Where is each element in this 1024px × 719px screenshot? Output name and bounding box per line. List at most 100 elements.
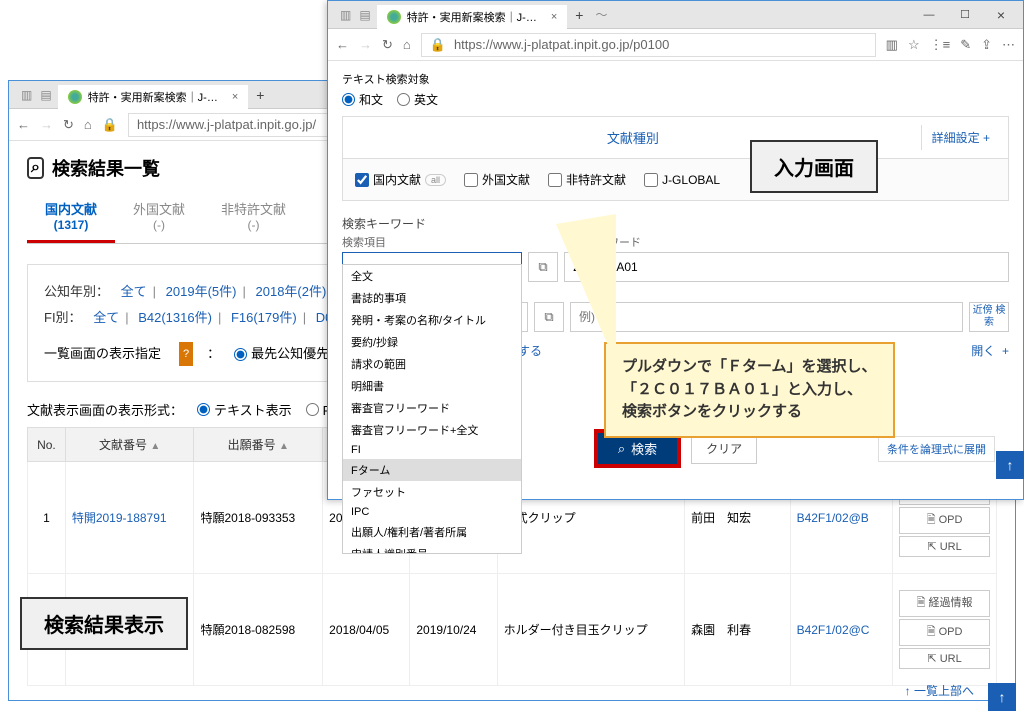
scroll-top-button[interactable]: ↑ xyxy=(996,451,1024,479)
edge-hub-icon[interactable]: ▥ xyxy=(21,88,32,102)
annotation-input-screen: 入力画面 xyxy=(750,140,878,193)
dropdown-item[interactable]: 請求の範囲 xyxy=(343,353,521,375)
check-domestic[interactable]: 国内文献all xyxy=(355,171,446,188)
check-nonpatent[interactable]: 非特許文献 xyxy=(548,171,626,188)
menu-icon[interactable]: ⋯ xyxy=(1002,37,1015,53)
lock-icon: 🔒 xyxy=(102,117,118,133)
dropdown-item[interactable]: FI xyxy=(343,441,521,459)
favicon-icon xyxy=(387,10,401,24)
refresh-icon[interactable]: ↻ xyxy=(382,37,393,53)
opd-button[interactable]: 🗎 OPD xyxy=(899,507,990,534)
check-foreign[interactable]: 外国文献 xyxy=(464,171,530,188)
tab-foreign[interactable]: 外国文献(-) xyxy=(115,191,203,243)
close-window-button[interactable]: × xyxy=(983,1,1019,29)
page-scroll-top-button[interactable]: ↑ xyxy=(988,683,1016,711)
front-nav-bar: ← → ↻ ⌂ 🔒 https://www.j-platpat.inpit.go… xyxy=(328,29,1023,61)
address-bar[interactable]: 🔒 https://www.j-platpat.inpit.go.jp/p010… xyxy=(421,33,876,57)
edge-tabaside-icon[interactable]: ▤ xyxy=(359,8,370,22)
lock-icon: 🔒 xyxy=(430,37,446,53)
dropdown-item[interactable]: ファセット xyxy=(343,481,521,503)
expand-logic-link[interactable]: 条件を論理式に展開 xyxy=(878,436,995,462)
tab-nonpatent[interactable]: 非特許文献(-) xyxy=(203,191,304,243)
back-icon[interactable]: ← xyxy=(336,37,349,52)
dropdown-item[interactable]: 明細書 xyxy=(343,375,521,397)
text-target-label: テキスト検索対象 xyxy=(342,71,1009,87)
keyword-input[interactable] xyxy=(564,252,1009,282)
refresh-icon[interactable]: ↻ xyxy=(63,117,74,133)
url-button[interactable]: ⇱ URL xyxy=(899,536,990,557)
detail-settings[interactable]: 詳細設定 + xyxy=(921,125,1000,150)
new-tab-button[interactable]: + xyxy=(567,3,591,27)
browser-tab[interactable]: 特許・実用新案検索｜J-… × xyxy=(58,85,249,109)
year-link[interactable]: 2018年(2件) xyxy=(256,284,327,299)
close-tab-icon[interactable]: × xyxy=(551,11,557,23)
doctype-checks: 国内文献all 外国文献 非特許文献 J-GLOBAL xyxy=(342,159,1009,201)
forward-icon: → xyxy=(359,37,372,52)
radio-en[interactable]: 英文 xyxy=(397,91,438,108)
dropdown-item[interactable]: 出願人/権利者/著者所属 xyxy=(343,521,521,543)
opd-button[interactable]: 🗎 OPD xyxy=(899,619,990,646)
dropdown-item[interactable]: Fターム xyxy=(343,459,521,481)
fi-all[interactable]: 全て xyxy=(93,310,119,325)
favorite-icon[interactable]: ☆ xyxy=(908,37,920,53)
search-icon: ⌕ xyxy=(618,441,625,457)
radio-text[interactable]: テキスト表示 xyxy=(197,400,292,419)
dropdown-item[interactable]: 審査官フリーワード+全文 xyxy=(343,419,521,441)
expand-icon[interactable]: ⧉ xyxy=(528,252,558,282)
home-icon[interactable]: ⌂ xyxy=(84,117,92,132)
dropdown-item[interactable]: 全文 xyxy=(343,265,521,287)
search-icon: ⌕ xyxy=(27,157,44,179)
tab-domestic[interactable]: 国内文献(1317) xyxy=(27,191,115,243)
edge-more-icon[interactable]: 〜 xyxy=(591,2,611,27)
year-all[interactable]: 全て xyxy=(121,284,147,299)
edge-hub-icon[interactable]: ▥ xyxy=(340,8,351,22)
front-tab-bar: ▥ ▤ 特許・実用新案検索｜J-… × + 〜 — ☐ × xyxy=(328,1,1023,29)
edge-tabaside-icon[interactable]: ▤ xyxy=(40,88,51,102)
home-icon[interactable]: ⌂ xyxy=(403,37,411,52)
col-no: No. xyxy=(28,428,66,462)
annotation-callout: プルダウンで「Ｆターム」を選択し、「２Ｃ０１７ＢＡ０１」と入力し、検索ボタンをク… xyxy=(604,342,895,438)
close-tab-icon[interactable]: × xyxy=(232,91,238,103)
fi-link[interactable]: B42F1/02@C xyxy=(797,623,870,637)
dropdown-item[interactable]: 申請人識別番号 xyxy=(343,543,521,554)
near-search-button[interactable]: 近傍 検索 xyxy=(969,302,1009,332)
help-icon[interactable]: ? xyxy=(179,342,193,366)
favicon-icon xyxy=(68,90,82,104)
col-appno[interactable]: 出願番号 ▲ xyxy=(194,428,323,462)
notes-icon[interactable]: ✎ xyxy=(960,37,971,53)
share-icon[interactable]: ⇪ xyxy=(981,37,992,53)
year-link[interactable]: 2019年(5件) xyxy=(166,284,237,299)
dropdown-item[interactable]: 審査官フリーワード xyxy=(343,397,521,419)
hub-icon[interactable]: ⋮≡ xyxy=(930,37,951,53)
check-jglobal[interactable]: J-GLOBAL xyxy=(644,173,720,187)
doctype-header[interactable]: 文献種別 詳細設定 + xyxy=(342,116,1009,159)
open-link[interactable]: 開く + xyxy=(971,342,1009,359)
annotation-result-screen: 検索結果表示 xyxy=(20,597,188,650)
radio-earliest[interactable]: 最先公知優先 xyxy=(234,341,329,367)
reading-icon[interactable]: ▥ xyxy=(886,37,898,53)
browser-tab[interactable]: 特許・実用新案検索｜J-… × xyxy=(377,5,568,29)
col-docno[interactable]: 文献番号 ▲ xyxy=(65,428,194,462)
tab-title: 特許・実用新案検索｜J-… xyxy=(88,89,218,105)
maximize-button[interactable]: ☐ xyxy=(947,1,983,29)
fi-link[interactable]: B42(1316件) xyxy=(138,310,212,325)
keyword-input-2[interactable] xyxy=(570,302,963,332)
fi-link[interactable]: B42F1/02@B xyxy=(797,511,869,525)
tab-title: 特許・実用新案検索｜J-… xyxy=(407,9,537,25)
fi-link[interactable]: F16(179件) xyxy=(231,310,297,325)
dropdown-item[interactable]: 書誌的事項 xyxy=(343,287,521,309)
minimize-button[interactable]: — xyxy=(911,1,947,29)
dropdown-item[interactable]: 要約/抄録 xyxy=(343,331,521,353)
dropdown-item[interactable]: 発明・考案の名称/タイトル xyxy=(343,309,521,331)
doc-link[interactable]: 特開2019-188791 xyxy=(72,511,167,525)
back-icon[interactable]: ← xyxy=(17,117,30,132)
search-item-dropdown[interactable]: 全文書誌的事項発明・考案の名称/タイトル要約/抄録請求の範囲明細書審査官フリーワ… xyxy=(342,264,522,554)
clear-button[interactable]: クリア xyxy=(691,433,757,464)
dropdown-item[interactable]: IPC xyxy=(343,503,521,521)
url-button[interactable]: ⇱ URL xyxy=(899,648,990,669)
radio-jp[interactable]: 和文 xyxy=(342,91,383,108)
to-list-top-link[interactable]: 一覧上部へ xyxy=(905,682,974,699)
new-tab-button[interactable]: + xyxy=(248,83,272,107)
forward-icon: → xyxy=(40,117,53,132)
history-button[interactable]: 🗎 経過情報 xyxy=(899,590,990,617)
